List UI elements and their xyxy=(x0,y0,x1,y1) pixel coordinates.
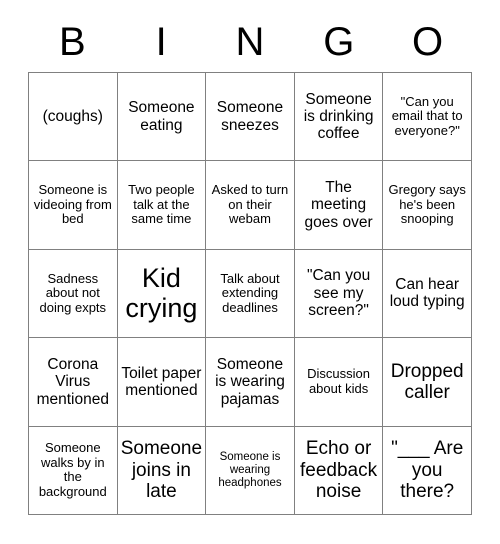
bingo-cell[interactable]: Echo or feedback noise xyxy=(293,425,384,515)
bingo-row: Someone is videoing from bed Two people … xyxy=(28,160,472,250)
bingo-cell[interactable]: Someone walks by in the background xyxy=(28,425,118,515)
bingo-card: B I N G O (coughs) Someone eating Someon… xyxy=(0,0,500,544)
header-letter-o: O xyxy=(412,20,444,64)
header-letter-b: B xyxy=(59,20,86,64)
bingo-cell[interactable]: Someone is videoing from bed xyxy=(28,160,118,250)
header-letter-n: N xyxy=(235,20,265,64)
bingo-cell[interactable]: Asked to turn on their webam xyxy=(205,160,295,250)
bingo-header: B I N G O xyxy=(28,16,472,68)
bingo-cell[interactable]: Someone is wearing headphones xyxy=(205,425,295,515)
bingo-cell[interactable]: Dropped caller xyxy=(382,337,472,427)
bingo-cell[interactable]: Someone is wearing pajamas xyxy=(205,337,295,427)
header-letter-g: G xyxy=(323,20,355,64)
bingo-row: Corona Virus mentioned Toilet paper ment… xyxy=(28,337,472,427)
bingo-cell[interactable]: Someone sneezes xyxy=(205,71,295,162)
bingo-cell[interactable]: "Can you email that to everyone?" xyxy=(382,71,472,162)
bingo-cell[interactable]: (coughs) xyxy=(28,71,118,162)
bingo-cell[interactable]: The meeting goes over xyxy=(293,160,384,250)
bingo-cell[interactable]: "Can you see my screen?" xyxy=(293,248,384,339)
bingo-grid: (coughs) Someone eating Someone sneezes … xyxy=(28,71,472,515)
bingo-cell[interactable]: Someone eating xyxy=(116,71,207,162)
bingo-cell[interactable]: Someone is drinking coffee xyxy=(293,71,384,162)
header-letter-i: I xyxy=(155,20,167,64)
bingo-cell[interactable]: Kid crying xyxy=(116,248,207,339)
bingo-row: Someone walks by in the background Someo… xyxy=(28,425,472,515)
bingo-cell[interactable]: Can hear loud typing xyxy=(382,248,472,339)
bingo-cell[interactable]: Discussion about kids xyxy=(293,337,384,427)
bingo-cell[interactable]: Sadness about not doing expts xyxy=(28,248,118,339)
bingo-cell[interactable]: Someone joins in late xyxy=(116,425,207,515)
bingo-cell[interactable]: Corona Virus mentioned xyxy=(28,337,118,427)
bingo-cell[interactable]: "___ Are you there? xyxy=(382,425,472,515)
bingo-cell[interactable]: Two people talk at the same time xyxy=(116,160,207,250)
bingo-cell[interactable]: Toilet paper mentioned xyxy=(116,337,207,427)
bingo-cell[interactable]: Gregory says he's been snooping xyxy=(382,160,472,250)
bingo-row: (coughs) Someone eating Someone sneezes … xyxy=(28,71,472,162)
bingo-cell[interactable]: Talk about extending deadlines xyxy=(205,248,295,339)
bingo-row: Sadness about not doing expts Kid crying… xyxy=(28,248,472,339)
